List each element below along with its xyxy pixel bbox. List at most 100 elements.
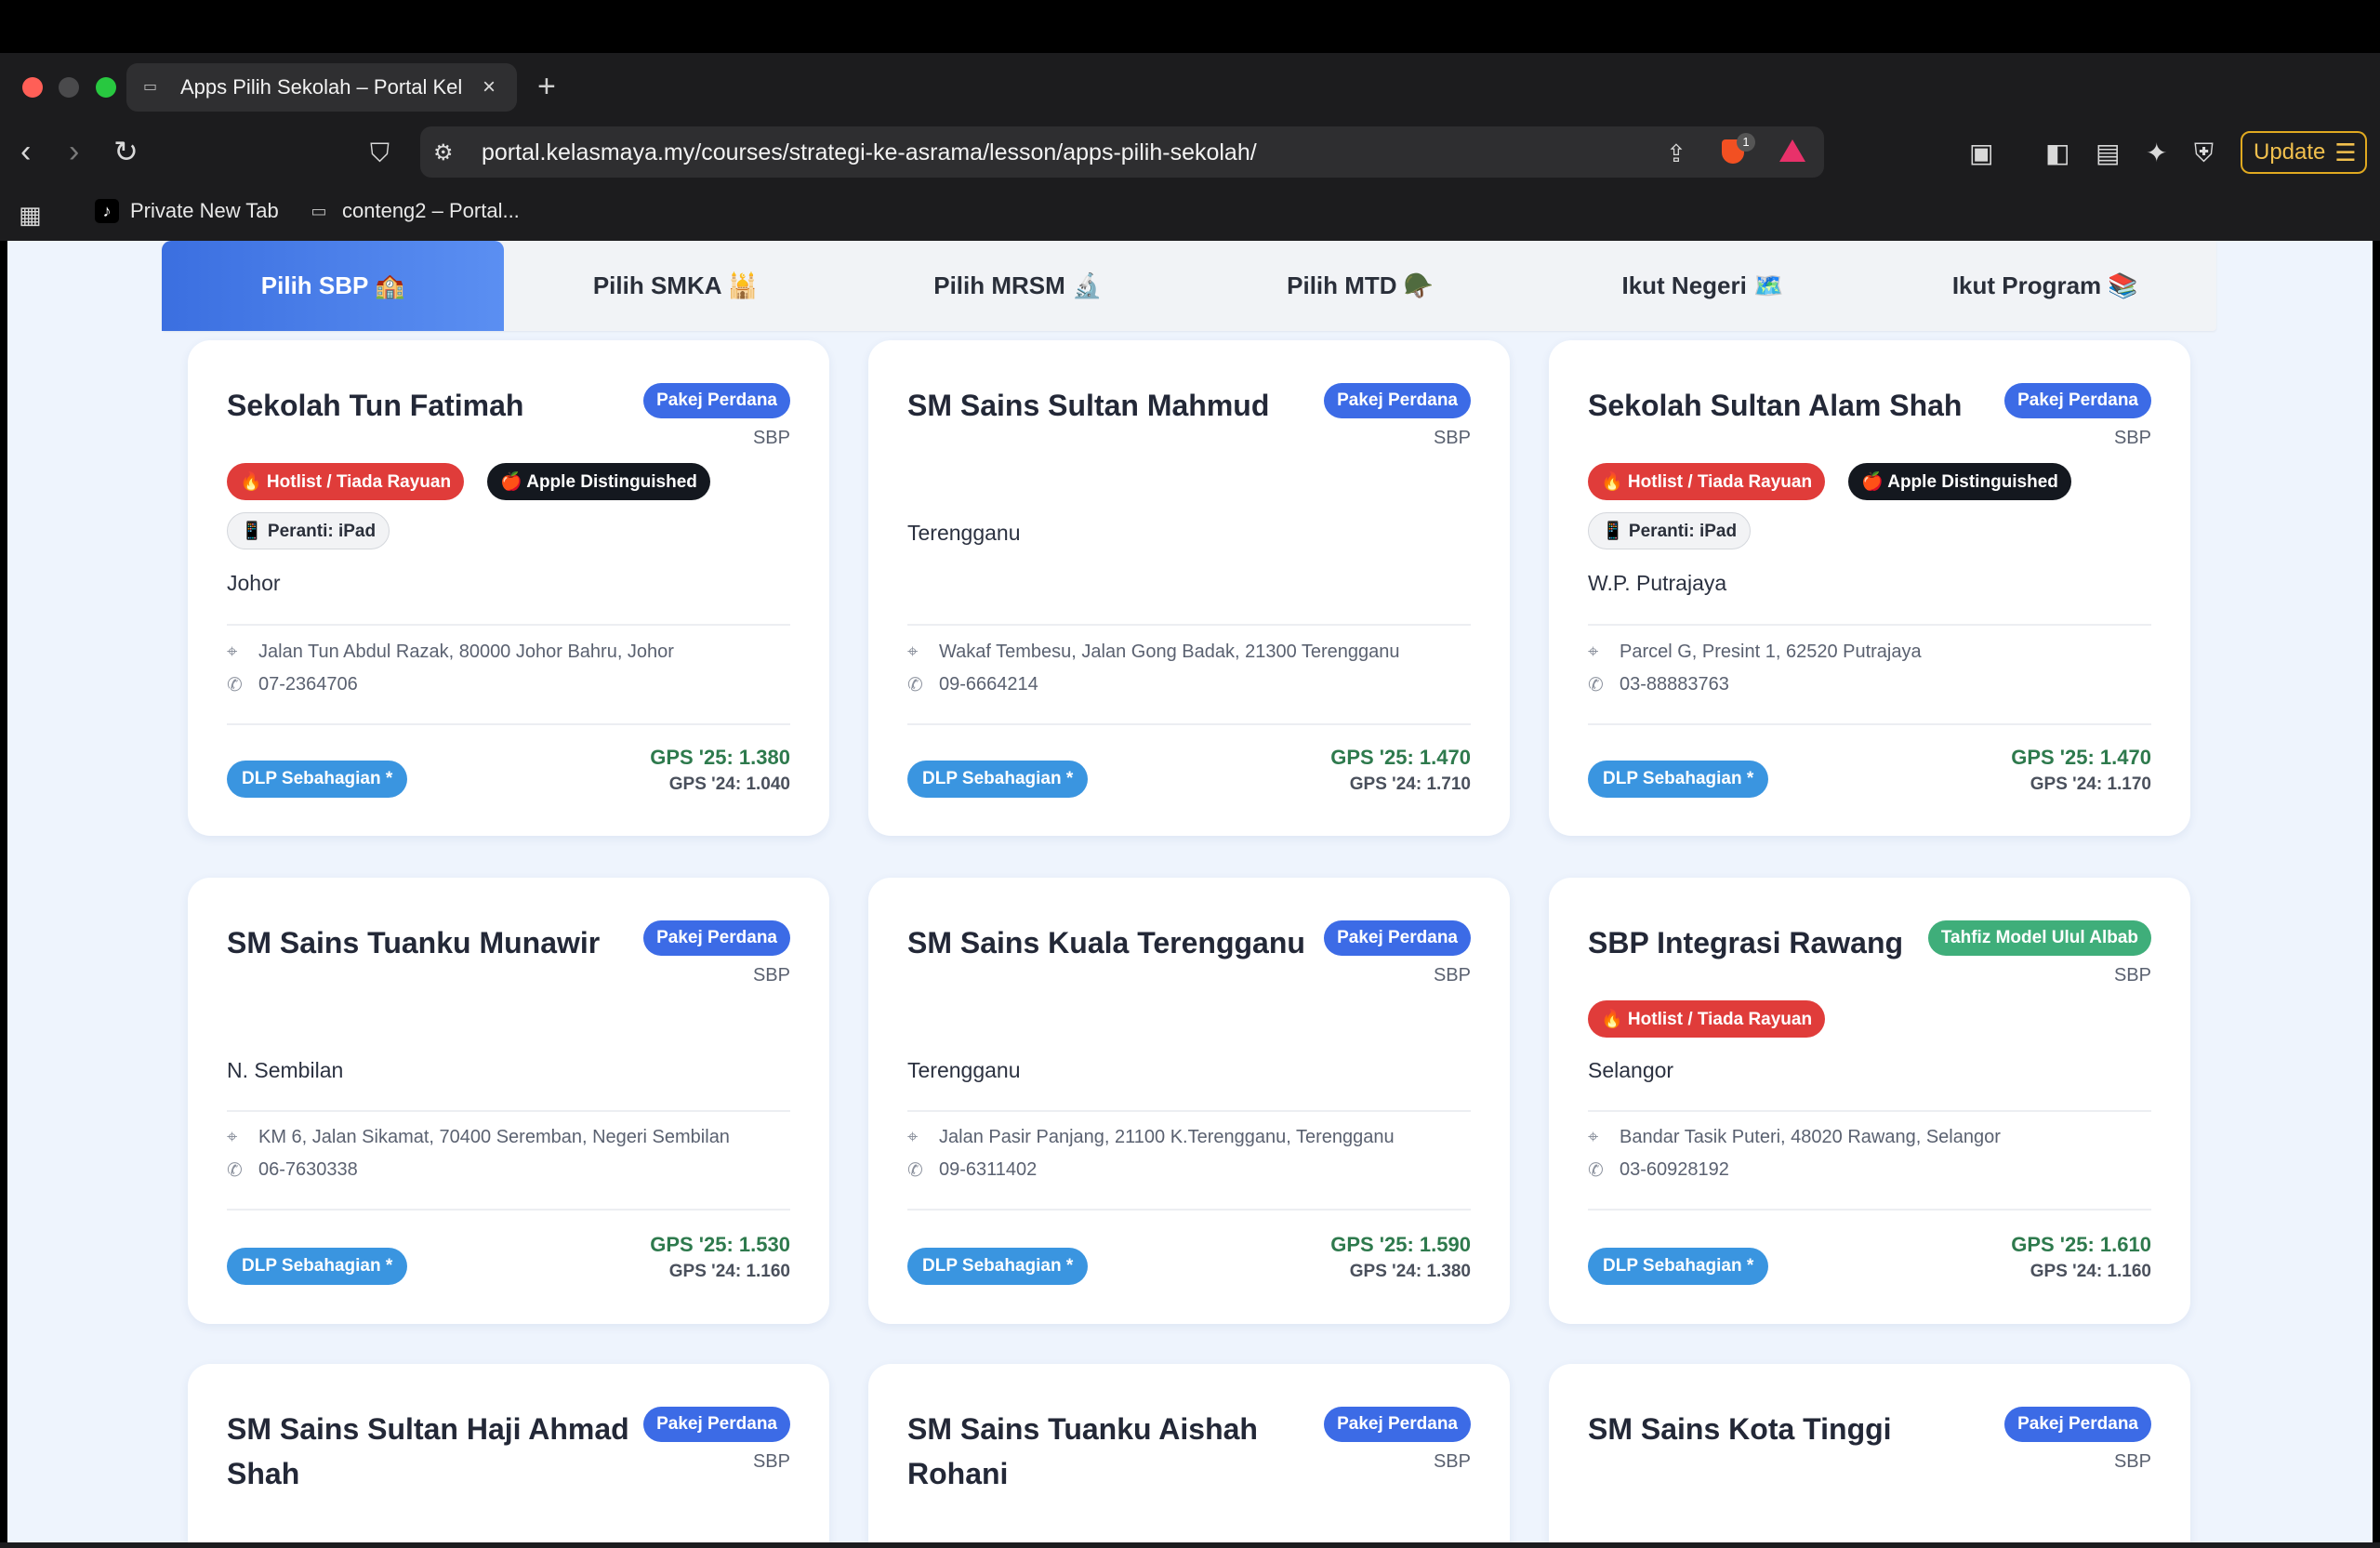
tab-pilih-smka[interactable]: Pilih SMKA 🕌 — [504, 241, 846, 331]
apps-grid-icon[interactable]: ▦ — [19, 199, 42, 231]
gps-2025: GPS '25: 1.470 — [2011, 746, 2151, 769]
package-badge: Pakej Perdana — [1324, 920, 1471, 956]
device-badge: 📱 Peranti: iPad — [1588, 512, 1752, 549]
school-card[interactable]: Sekolah Tun Fatimah Pakej Perdana SBP 🔥 … — [188, 340, 829, 836]
school-card[interactable]: SM Sains Sultan Mahmud Pakej Perdana SBP… — [868, 340, 1510, 836]
school-type: SBP — [2113, 428, 2151, 448]
leo-ai-icon[interactable]: ✦ — [2146, 138, 2167, 169]
location-pin-icon: ⌖ — [227, 1127, 238, 1147]
school-card[interactable]: SM Sains Tuanku Munawir Pakej Perdana SB… — [188, 878, 829, 1324]
location-pin-icon: ⌖ — [907, 642, 919, 662]
school-address: ⌖ Wakaf Tembesu, Jalan Gong Badak, 21300 … — [907, 642, 1400, 662]
gps-2024: GPS '24: 1.710 — [1349, 774, 1471, 794]
gps-2024: GPS '24: 1.380 — [1349, 1262, 1471, 1281]
hotlist-badge: 🔥 Hotlist / Tiada Rayuan — [1588, 1000, 1826, 1038]
school-address: ⌖ Jalan Pasir Panjang, 21100 K.Terengganu… — [907, 1127, 1395, 1147]
tiktok-icon: ♪ — [95, 199, 119, 223]
school-phone: ✆ 07-2364706 — [227, 674, 358, 695]
brave-rewards-icon[interactable] — [1779, 139, 1805, 162]
site-settings-icon[interactable]: ⚙ — [433, 139, 454, 166]
school-type: SBP — [752, 1451, 790, 1472]
school-type: SBP — [1433, 965, 1471, 986]
gps-2024: GPS '24: 1.170 — [2030, 774, 2151, 794]
school-name: SM Sains Sultan Haji Ahmad Shah — [227, 1412, 629, 1490]
sidebar-icon[interactable]: ◧ — [2045, 138, 2069, 169]
school-type: SBP — [1433, 428, 1471, 448]
tab-ikut-program[interactable]: Ikut Program 📚 — [1874, 241, 2216, 331]
school-card[interactable]: SM Sains Kuala Terengganu Pakej Perdana … — [868, 878, 1510, 1324]
school-phone: ✆ 06-7630338 — [227, 1159, 358, 1181]
school-card[interactable]: Sekolah Sultan Alam Shah Pakej Perdana S… — [1549, 340, 2190, 836]
school-name: Sekolah Tun Fatimah — [227, 389, 524, 422]
menu-bar-blank — [0, 0, 2380, 53]
minimize-window-button[interactable] — [59, 77, 79, 98]
maximize-window-button[interactable] — [96, 77, 116, 98]
divider — [907, 1110, 1471, 1112]
window-bottom-edge — [0, 1542, 2380, 1548]
divider — [907, 1209, 1471, 1211]
menu-icon: ☰ — [2334, 138, 2357, 166]
school-address: ⌖ Parcel G, Presint 1, 62520 Putrajaya — [1588, 642, 1922, 662]
tab-ikut-negeri[interactable]: Ikut Negeri 🗺️ — [1531, 241, 1873, 331]
divider — [907, 624, 1471, 626]
school-type: SBP — [2113, 1451, 2151, 1472]
school-state: Terengganu — [907, 1058, 1021, 1082]
dlp-badge: DLP Sebahagian * — [227, 1248, 408, 1285]
divider — [907, 723, 1471, 725]
address-bar[interactable]: ⚙ portal.kelasmaya.my/courses/strategi-k… — [420, 126, 1824, 178]
divider — [227, 1209, 790, 1211]
dlp-badge: DLP Sebahagian * — [1588, 761, 1769, 798]
browser-tab-active[interactable]: ▭ Apps Pilih Sekolah – Portal Kel × — [126, 63, 517, 112]
school-card[interactable]: SM Sains Sultan Haji Ahmad Shah Pakej Pe… — [188, 1364, 829, 1542]
update-button[interactable]: Update ☰ — [2241, 131, 2367, 174]
forward-icon[interactable]: › — [69, 136, 79, 167]
school-name: SM Sains Sultan Mahmud — [907, 389, 1270, 422]
share-icon[interactable]: ⇪ — [1666, 138, 1686, 169]
vpn-icon[interactable]: ⛨ — [2194, 138, 2214, 169]
reload-icon[interactable]: ↻ — [113, 136, 139, 167]
gps-2025: GPS '25: 1.590 — [1330, 1233, 1471, 1256]
school-card[interactable]: SM Sains Tuanku Aishah Rohani Pakej Perd… — [868, 1364, 1510, 1542]
dlp-badge: DLP Sebahagian * — [907, 1248, 1089, 1285]
phone-icon: ✆ — [227, 1160, 243, 1181]
school-phone: ✆ 03-60928192 — [1588, 1159, 1729, 1181]
browser-tab-title: Apps Pilih Sekolah – Portal Kel — [180, 75, 463, 99]
back-icon[interactable]: ‹ — [20, 136, 31, 167]
school-card[interactable]: SBP Integrasi Rawang Tahfiz Model Ulul A… — [1549, 878, 2190, 1324]
site-favicon-icon: ▭ — [143, 79, 158, 95]
school-type: SBP — [752, 965, 790, 986]
divider — [1588, 723, 2151, 725]
tab-pilih-sbp[interactable]: Pilih SBP 🏫 — [162, 241, 505, 331]
school-state: N. Sembilan — [227, 1058, 344, 1082]
hotlist-badge: 🔥 Hotlist / Tiada Rayuan — [227, 463, 465, 500]
close-window-button[interactable] — [22, 77, 43, 98]
phone-icon: ✆ — [1588, 675, 1604, 695]
close-tab-icon[interactable]: × — [478, 74, 500, 100]
reader-mode-icon[interactable]: ▣ — [1969, 138, 1993, 169]
dlp-badge: DLP Sebahagian * — [227, 761, 408, 798]
package-badge: Pakej Perdana — [1324, 1407, 1471, 1442]
wallet-icon[interactable]: ▤ — [2096, 138, 2120, 169]
bookmark-icon[interactable]: ⛉ — [370, 138, 390, 169]
school-state: Johor — [227, 571, 281, 595]
shield-count-badge: 1 — [1737, 133, 1755, 152]
school-type: SBP — [752, 428, 790, 448]
gps-2024: GPS '24: 1.040 — [668, 774, 790, 794]
school-card[interactable]: SM Sains Kota Tinggi Pakej Perdana SBP — [1549, 1364, 2190, 1542]
package-badge: Pakej Perdana — [2004, 383, 2151, 418]
page-content: Pilih SBP 🏫 Pilih SMKA 🕌 Pilih MRSM 🔬 Pi… — [7, 241, 2373, 1542]
divider — [1588, 1209, 2151, 1211]
tab-pilih-mtd[interactable]: Pilih MTD 🪖 — [1189, 241, 1531, 331]
tab-pilih-mrsm[interactable]: Pilih MRSM 🔬 — [847, 241, 1189, 331]
phone-icon: ✆ — [1588, 1160, 1604, 1181]
dlp-badge: DLP Sebahagian * — [907, 761, 1089, 798]
bookmark-private-new-tab[interactable]: ♪ Private New Tab — [95, 199, 279, 223]
gps-2025: GPS '25: 1.610 — [2011, 1233, 2151, 1256]
category-tabs: Pilih SBP 🏫 Pilih SMKA 🕌 Pilih MRSM 🔬 Pi… — [162, 241, 2216, 331]
phone-icon: ✆ — [907, 675, 923, 695]
url-text[interactable]: portal.kelasmaya.my/courses/strategi-ke-… — [482, 139, 1257, 166]
package-badge: Pakej Perdana — [2004, 1407, 2151, 1442]
new-tab-icon[interactable]: + — [537, 69, 556, 105]
school-name: Sekolah Sultan Alam Shah — [1588, 389, 1963, 422]
bookmark-conteng2[interactable]: ▭ conteng2 – Portal... — [307, 199, 519, 223]
